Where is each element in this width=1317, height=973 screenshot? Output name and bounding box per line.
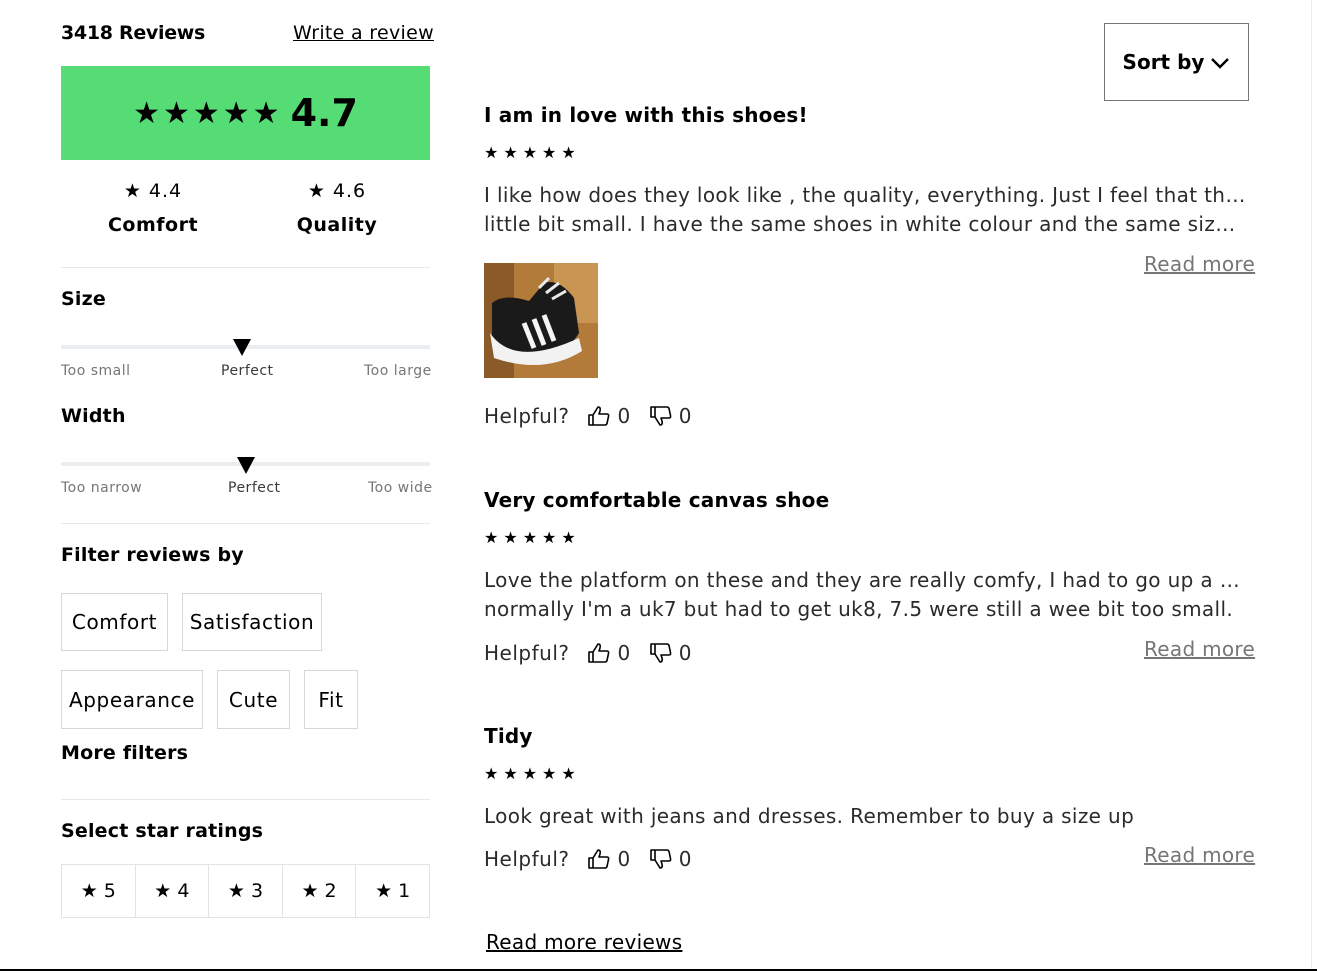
star-filter-4[interactable]: ★ 4 [136, 865, 210, 917]
review-body-line: Look great with jeans and dresses. Remem… [484, 804, 1135, 828]
review-title: I am in love with this shoes! [484, 103, 808, 127]
star-filter-3[interactable]: ★ 3 [209, 865, 283, 917]
helpful-down-count: 0 [678, 847, 692, 871]
review-body: Love the platform on these and they are … [484, 566, 1246, 624]
review-body-line: little bit small. I have the same shoes … [484, 212, 1246, 236]
review-count: 3418 Reviews [61, 22, 206, 44]
quality-rating: ★ 4.6 Quality [277, 180, 397, 236]
helpful-row: Helpful? 0 0 [484, 641, 692, 665]
helpful-up-count: 0 [617, 641, 631, 665]
divider [61, 799, 430, 800]
review-body: Look great with jeans and dresses. Remem… [484, 802, 1246, 831]
helpful-up-count: 0 [617, 404, 631, 428]
divider [61, 523, 430, 524]
helpful-label: Helpful? [484, 404, 570, 428]
more-filters-link[interactable]: More filters [61, 742, 188, 764]
divider [61, 267, 430, 268]
thumbs-down-icon [649, 643, 672, 663]
width-marker [236, 457, 255, 474]
quality-value: ★ 4.6 [307, 180, 367, 202]
footer-divider [0, 969, 1317, 971]
helpful-up-count: 0 [617, 847, 631, 871]
star-filter-title: Select star ratings [61, 820, 264, 842]
helpful-label: Helpful? [484, 641, 570, 665]
size-label-large: Too large [364, 363, 432, 379]
review-body-line: normally I'm a uk7 but had to get uk8, 7… [484, 597, 1234, 621]
filter-chip-satisfaction[interactable]: Satisfaction [182, 593, 322, 651]
filter-chip-fit[interactable]: Fit [304, 670, 358, 729]
helpful-down-button[interactable]: 0 [649, 847, 692, 871]
review-stars: ★★★★★ [484, 528, 581, 547]
filter-chip-comfort[interactable]: Comfort [61, 593, 168, 651]
write-review-link[interactable]: Write a review [293, 22, 434, 44]
sort-by-label: Sort by [1122, 50, 1205, 74]
helpful-up-button[interactable]: 0 [587, 404, 630, 428]
comfort-rating: ★ 4.4 Comfort [93, 180, 213, 236]
read-more-reviews-link[interactable]: Read more reviews [486, 930, 682, 954]
helpful-down-count: 0 [678, 404, 692, 428]
helpful-down-button[interactable]: 0 [649, 404, 692, 428]
star-filter-1[interactable]: ★ 1 [356, 865, 429, 917]
review-stars: ★★★★★ [484, 764, 581, 783]
thumbs-down-icon [649, 849, 672, 869]
star-filter-2[interactable]: ★ 2 [283, 865, 357, 917]
width-label-perfect: Perfect [228, 480, 281, 496]
overall-stars: ★★★★★ [133, 95, 283, 131]
filter-chip-appearance[interactable]: Appearance [61, 670, 203, 729]
helpful-row: Helpful? 0 0 [484, 847, 692, 871]
read-more-link[interactable]: Read more [1144, 637, 1255, 661]
review-body: I like how does they look like , the qua… [484, 181, 1246, 239]
width-label-narrow: Too narrow [61, 480, 143, 496]
chevron-down-icon [1210, 50, 1230, 74]
review-photo[interactable] [484, 263, 598, 378]
thumbs-up-icon [588, 849, 610, 869]
page-edge [1311, 0, 1312, 969]
read-more-link[interactable]: Read more [1144, 843, 1255, 867]
thumbs-up-icon [588, 406, 610, 426]
comfort-value: ★ 4.4 [123, 180, 183, 202]
size-marker [232, 339, 251, 356]
star-rating-filter: ★ 5 ★ 4 ★ 3 ★ 2 ★ 1 [61, 864, 430, 918]
overall-rating-box: ★★★★★ 4.7 [61, 66, 430, 160]
filter-title: Filter reviews by [61, 544, 244, 566]
thumbs-up-icon [588, 643, 610, 663]
quality-label: Quality [296, 214, 378, 236]
review-title: Tidy [484, 724, 533, 748]
helpful-up-button[interactable]: 0 [587, 641, 630, 665]
helpful-label: Helpful? [484, 847, 570, 871]
sort-by-button[interactable]: Sort by [1104, 23, 1249, 101]
comfort-label: Comfort [107, 214, 199, 236]
size-label-small: Too small [61, 363, 131, 379]
review-body-line: I like how does they look like , the qua… [484, 183, 1246, 207]
size-label-perfect: Perfect [221, 363, 274, 379]
star-filter-5[interactable]: ★ 5 [62, 865, 136, 917]
review-stars: ★★★★★ [484, 143, 581, 162]
helpful-down-count: 0 [678, 641, 692, 665]
read-more-link[interactable]: Read more [1144, 252, 1255, 276]
overall-score: 4.7 [290, 91, 358, 135]
thumbs-down-icon [649, 406, 672, 426]
filter-chip-cute[interactable]: Cute [217, 670, 290, 729]
helpful-down-button[interactable]: 0 [649, 641, 692, 665]
review-title: Very comfortable canvas shoe [484, 488, 830, 512]
helpful-up-button[interactable]: 0 [587, 847, 630, 871]
width-title: Width [61, 405, 126, 427]
helpful-row: Helpful? 0 0 [484, 404, 692, 428]
size-title: Size [61, 288, 106, 310]
width-label-wide: Too wide [368, 480, 433, 496]
review-body-line: Love the platform on these and they are … [484, 568, 1246, 592]
